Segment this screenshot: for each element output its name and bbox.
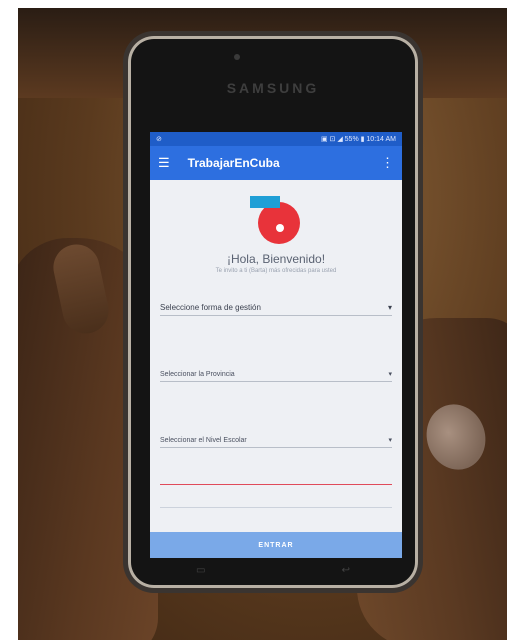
school-level-select[interactable]: Seleccionar el Nivel Escolar ▾ — [160, 418, 392, 448]
status-bar: ⊘ ▣ ⊡ ◢ 55% ▮ 10:14 AM — [150, 132, 402, 146]
management-select-label: Seleccione forma de gestión — [160, 303, 261, 312]
school-level-select-label: Seleccionar el Nivel Escolar — [160, 437, 247, 444]
smartphone: SAMSUNG ⊘ ▣ ⊡ ◢ 55% ▮ 10:14 AM ☰ Trabaja… — [128, 36, 418, 588]
logo-circle — [258, 202, 300, 244]
phone-screen: ⊘ ▣ ⊡ ◢ 55% ▮ 10:14 AM ☰ TrabajarEnCuba … — [150, 132, 402, 558]
province-select[interactable]: Seleccionar la Provincia ▾ — [160, 352, 392, 382]
front-camera — [234, 54, 240, 60]
hamburger-icon[interactable]: ☰ — [158, 155, 170, 171]
enter-button[interactable]: ENTRAR — [150, 532, 402, 558]
logo-bar — [250, 196, 280, 208]
text-input-error[interactable] — [160, 466, 392, 485]
recent-apps-key[interactable]: ▭ — [196, 565, 205, 576]
logo-dot — [276, 224, 284, 232]
management-select[interactable]: Seleccione forma de gestión ▾ — [160, 286, 392, 316]
back-key[interactable]: ↩ — [342, 565, 350, 576]
overflow-menu-icon[interactable]: ⋮ — [381, 155, 394, 171]
hardware-keys: ▭ ↩ — [128, 565, 418, 576]
greeting-text: ¡Hola, Bienvenido! — [226, 252, 326, 266]
app-title: TrabajarEnCuba — [187, 156, 280, 170]
app-logo — [248, 192, 304, 248]
status-right: ▣ ⊡ ◢ 55% ▮ 10:14 AM — [320, 136, 396, 143]
subtitle-text: Te invito a ti (Barta) más ofrecidas par… — [215, 268, 337, 274]
phone-brand: SAMSUNG — [226, 80, 320, 96]
photo-background: SAMSUNG ⊘ ▣ ⊡ ◢ 55% ▮ 10:14 AM ☰ Trabaja… — [18, 8, 507, 640]
text-input[interactable] — [160, 491, 392, 508]
app-bar: ☰ TrabajarEnCuba ⋮ — [150, 146, 402, 180]
status-left: ⊘ — [156, 136, 162, 143]
chevron-down-icon: ▾ — [388, 371, 392, 378]
chevron-down-icon: ▾ — [388, 437, 392, 444]
chevron-down-icon: ▾ — [387, 303, 392, 312]
main-content: ¡Hola, Bienvenido! Te invito a ti (Barta… — [150, 180, 402, 508]
province-select-label: Seleccionar la Provincia — [160, 371, 235, 378]
